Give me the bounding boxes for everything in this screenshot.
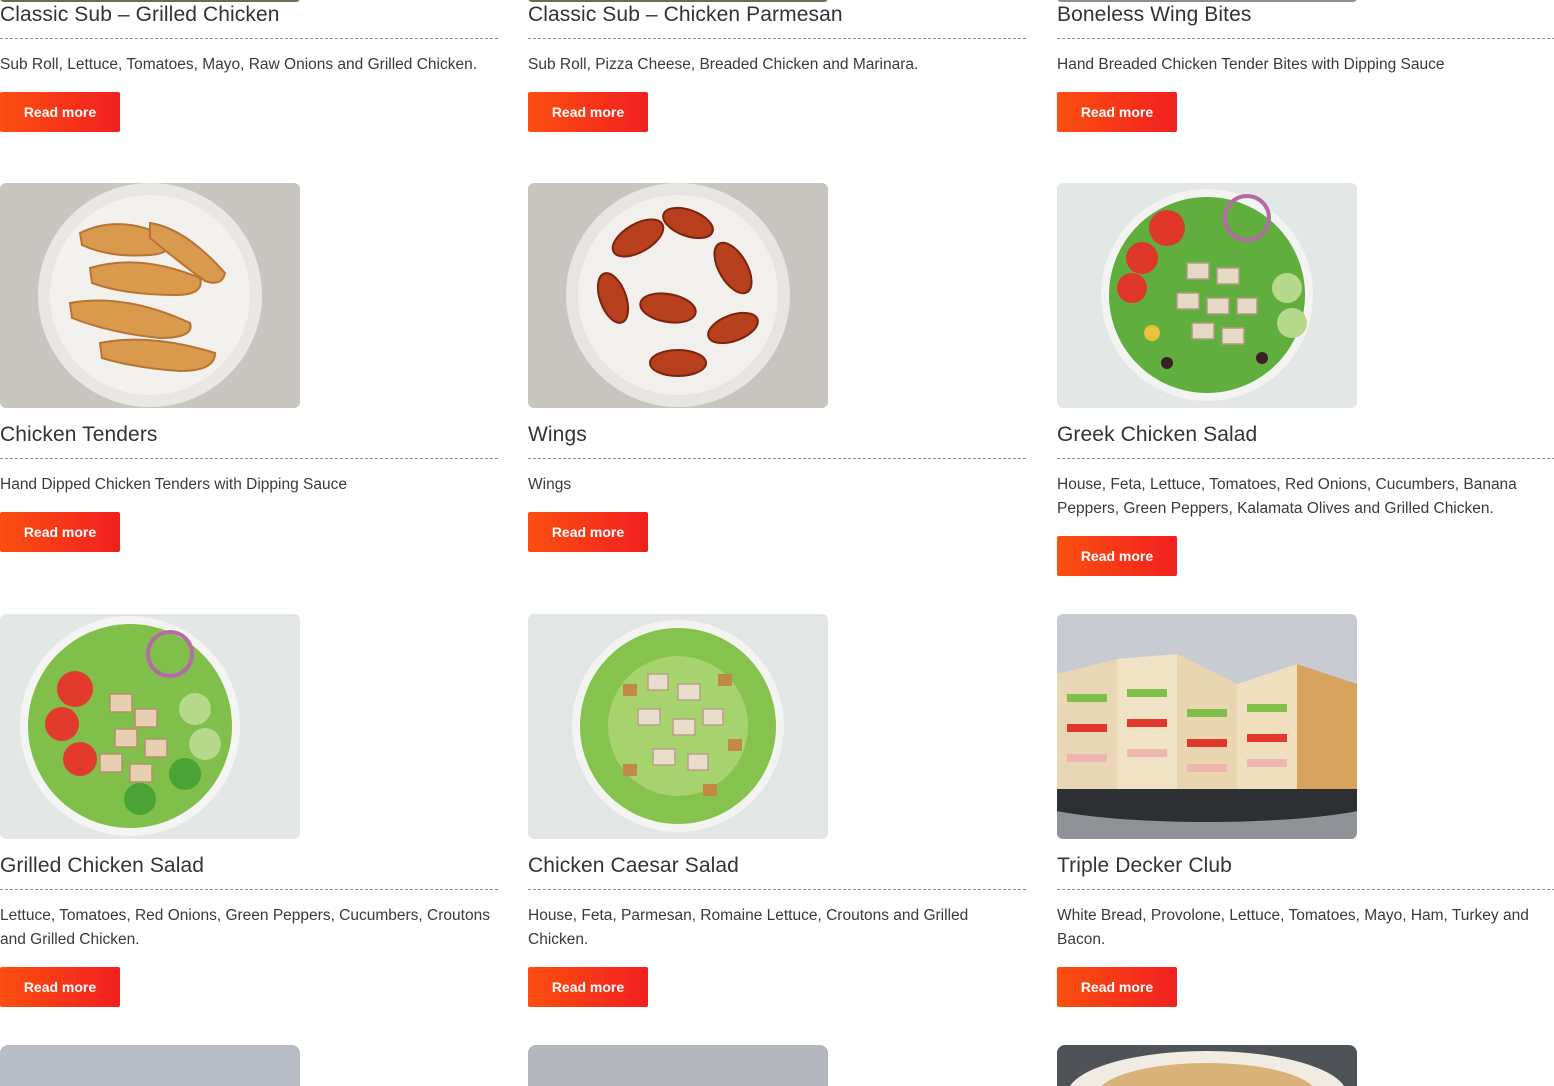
product-description: Hand Breaded Chicken Tender Bites with D… <box>1057 56 1445 73</box>
title-divider <box>528 38 1026 39</box>
read-more-button[interactable]: Read more <box>1057 92 1177 132</box>
product-description: White Bread, Provolone, Lettuce, Tomatoe… <box>1057 907 1529 948</box>
product-title[interactable]: Classic Sub – Chicken Parmesan <box>528 0 1026 36</box>
read-more-button[interactable]: Read more <box>528 92 648 132</box>
product-card: Classic Sub – Grilled Chicken Sub Roll, … <box>0 0 498 132</box>
read-more-button[interactable]: Read more <box>0 92 120 132</box>
greek-chicken-salad-image[interactable] <box>1057 183 1357 408</box>
title-divider <box>528 889 1026 890</box>
read-more-button[interactable]: Read more <box>1057 536 1177 576</box>
product-title[interactable]: Greek Chicken Salad <box>1057 408 1554 456</box>
title-divider <box>1057 889 1554 890</box>
title-divider <box>0 38 498 39</box>
product-title[interactable]: Triple Decker Club <box>1057 839 1554 887</box>
product-description: Lettuce, Tomatoes, Red Onions, Green Pep… <box>0 907 490 948</box>
product-card: Wings Wings Read more <box>528 183 1026 552</box>
read-more-button[interactable]: Read more <box>528 967 648 1007</box>
title-divider <box>0 889 498 890</box>
product-card: Chicken Tenders Hand Dipped Chicken Tend… <box>0 183 498 552</box>
product-title[interactable]: Classic Sub – Grilled Chicken <box>0 0 498 36</box>
read-more-button[interactable]: Read more <box>0 512 120 552</box>
triple-decker-club-image[interactable] <box>1057 614 1357 839</box>
grilled-chicken-salad-image[interactable] <box>0 614 300 839</box>
product-description: Wings <box>528 476 572 493</box>
product-card: Triple Decker Club White Bread, Provolon… <box>1057 614 1554 1007</box>
product-title[interactable]: Wings <box>528 408 1026 456</box>
chicken-tenders-image[interactable] <box>0 183 300 408</box>
title-divider <box>528 458 1026 459</box>
partial-product-image <box>0 1045 300 1086</box>
product-card: Boneless Wing Bites Hand Breaded Chicken… <box>1057 0 1554 132</box>
product-card: Chicken Caesar Salad House, Feta, Parmes… <box>528 614 1026 1007</box>
product-description: House, Feta, Lettuce, Tomatoes, Red Onio… <box>1057 476 1517 517</box>
product-title[interactable]: Chicken Caesar Salad <box>528 839 1026 887</box>
product-title[interactable]: Grilled Chicken Salad <box>0 839 498 887</box>
partial-product-image <box>1057 1045 1357 1086</box>
product-card: Grilled Chicken Salad Lettuce, Tomatoes,… <box>0 614 498 1007</box>
read-more-button[interactable]: Read more <box>1057 967 1177 1007</box>
product-card: Greek Chicken Salad House, Feta, Lettuce… <box>1057 183 1554 576</box>
product-card: Classic Sub – Chicken Parmesan Sub Roll,… <box>528 0 1026 132</box>
chicken-caesar-salad-image[interactable] <box>528 614 828 839</box>
product-description: Sub Roll, Pizza Cheese, Breaded Chicken … <box>528 56 919 73</box>
wings-image[interactable] <box>528 183 828 408</box>
partial-product-image <box>528 1045 828 1086</box>
product-description: House, Feta, Parmesan, Romaine Lettuce, … <box>528 907 969 948</box>
product-description: Sub Roll, Lettuce, Tomatoes, Mayo, Raw O… <box>0 56 478 73</box>
read-more-button[interactable]: Read more <box>0 967 120 1007</box>
read-more-button[interactable]: Read more <box>528 512 648 552</box>
product-title[interactable]: Chicken Tenders <box>0 408 498 456</box>
product-title[interactable]: Boneless Wing Bites <box>1057 0 1554 36</box>
product-description: Hand Dipped Chicken Tenders with Dipping… <box>0 476 347 493</box>
title-divider <box>1057 38 1554 39</box>
title-divider <box>1057 458 1554 459</box>
title-divider <box>0 458 498 459</box>
